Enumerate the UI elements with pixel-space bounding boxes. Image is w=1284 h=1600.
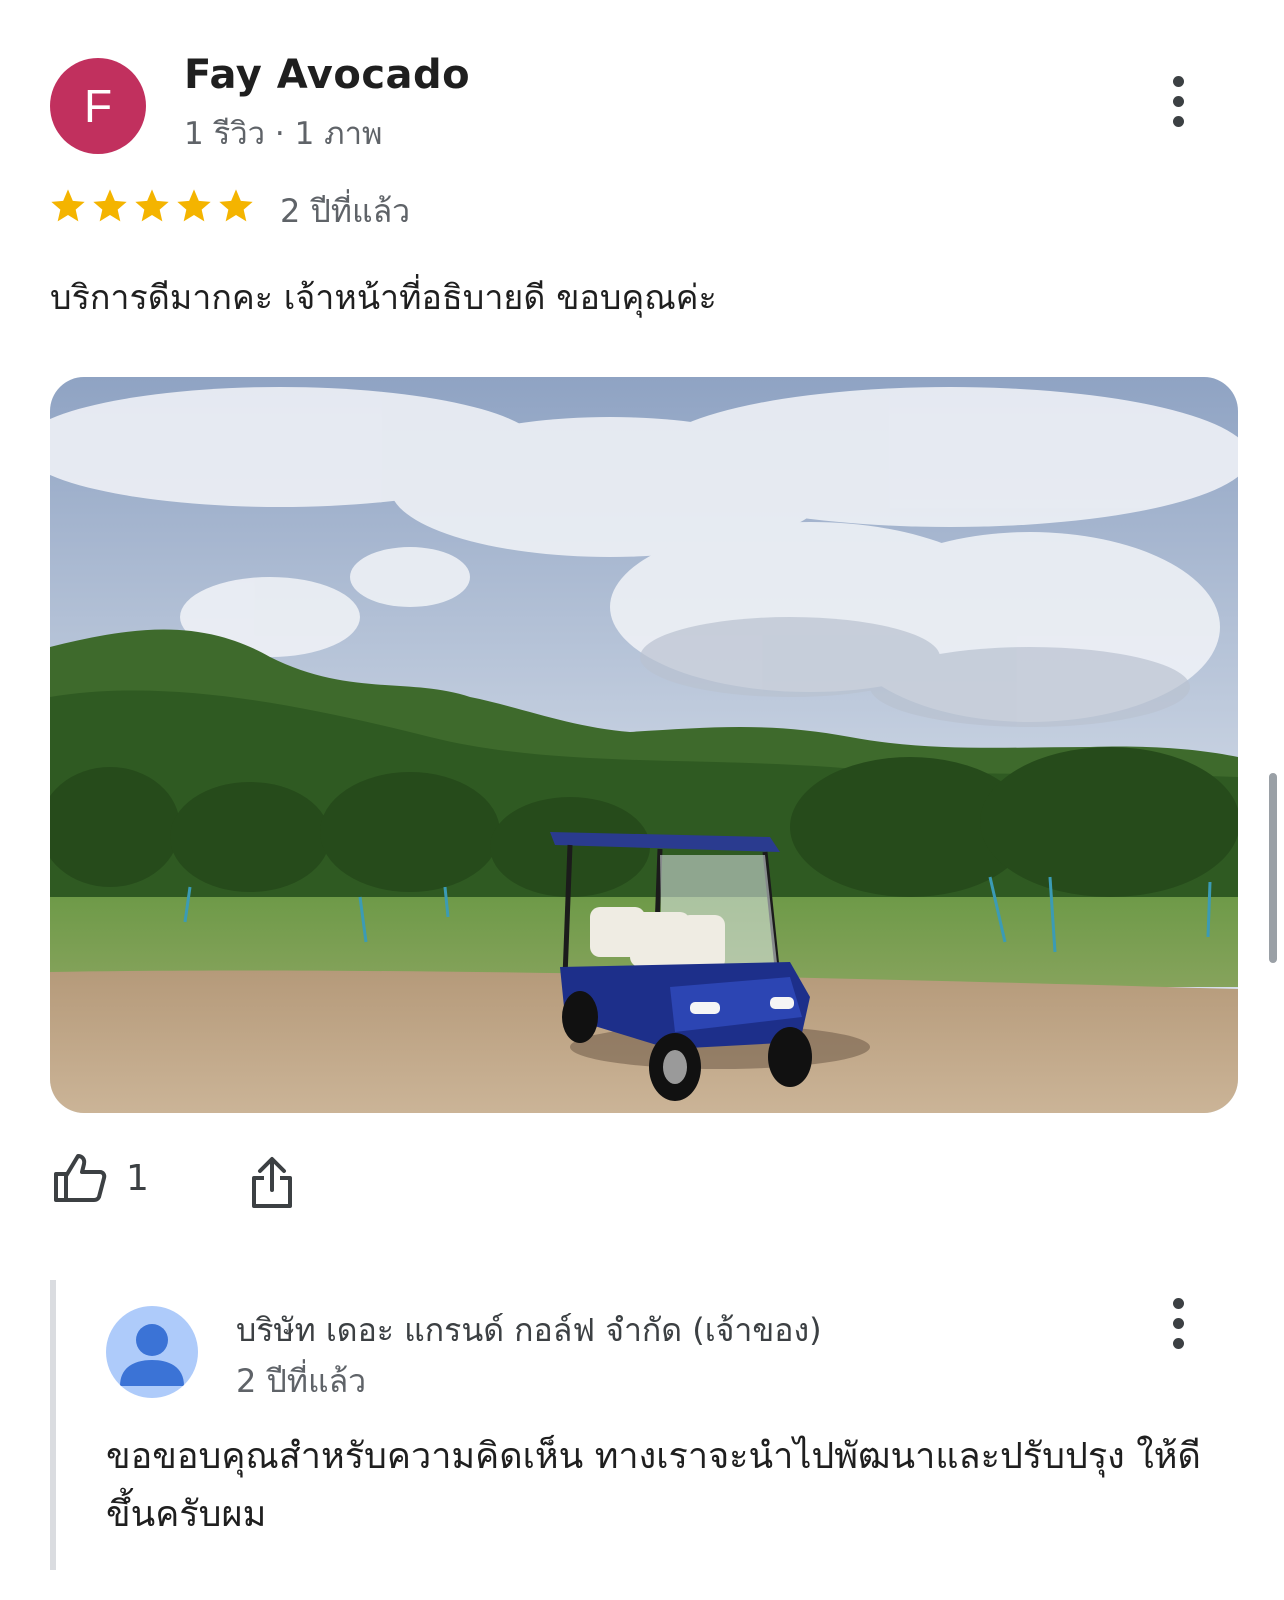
star-icon [177,189,211,222]
more-vert-dot [1172,1317,1184,1329]
star-icon [135,189,169,222]
more-vert-dot [1172,1337,1184,1349]
review-photo[interactable] [50,377,1238,1113]
star-icon [219,189,253,222]
more-vert-icon [1172,1297,1184,1309]
review-text: บริการดีมากคะ เจ้าหน้าที่อธิบายดี ขอบคุณ… [50,278,717,318]
share-button[interactable] [250,1156,294,1214]
golf-cart-landscape-photo [50,377,1238,1113]
review-time: 2 ปีที่แล้ว [280,192,411,230]
star-rating [48,186,256,226]
person-icon [120,1324,184,1386]
thumb-up-icon [54,1154,107,1202]
owner-name: บริษัท เดอะ แกรนด์ กอล์ฟ จำกัด (เจ้าของ) [236,1311,822,1349]
star-icon [51,189,85,222]
owner-avatar [106,1306,198,1398]
like-count: 1 [126,1157,149,1199]
more-vert-icon [1172,75,1184,87]
avatar-letter: F [83,80,113,132]
more-vert-dot [1172,115,1184,127]
reply-divider [50,1280,56,1570]
reviewer-meta: 1 รีวิว · 1 ภาพ [184,116,383,152]
owner-reply-text: ขอขอบคุณสำหรับความคิดเห็น ทางเราจะนำไปพั… [106,1436,1201,1535]
reviewer-name[interactable]: Fay Avocado [184,52,470,98]
like-button[interactable]: 1 [52,1152,149,1204]
reply-more-button[interactable] [1158,1288,1198,1358]
share-icon [252,1157,292,1208]
reviewer-avatar[interactable]: F [50,58,146,154]
review-more-button[interactable] [1158,66,1198,136]
owner-reply-time: 2 ปีที่แล้ว [236,1362,367,1400]
more-vert-dot [1172,95,1184,107]
scrollbar[interactable] [1269,773,1277,963]
star-icon [93,189,127,222]
